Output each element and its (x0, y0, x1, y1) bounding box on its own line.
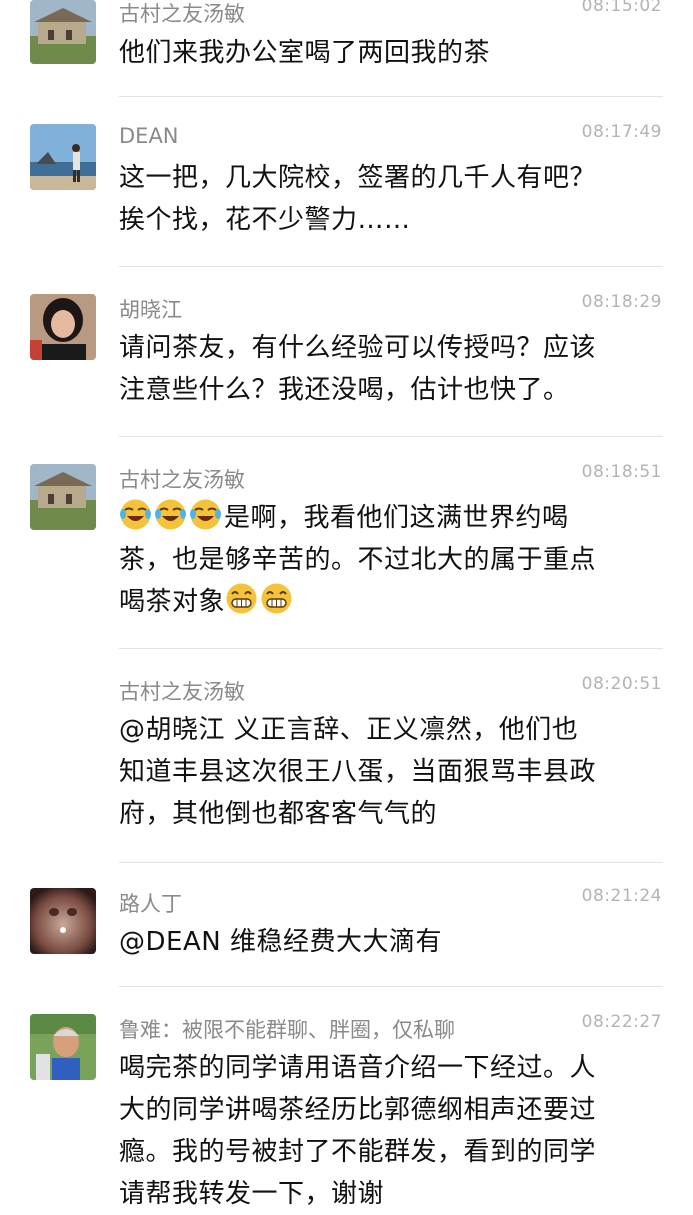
avatar-lurenting[interactable] (30, 888, 96, 954)
message-time: 08:17:49 (581, 122, 662, 142)
message-time: 08:22:27 (581, 1012, 662, 1032)
grinning-emoji (260, 582, 293, 615)
divider (119, 96, 663, 97)
divider (119, 862, 663, 863)
message-time: 08:18:51 (581, 462, 662, 482)
message-text: 他们来我办公室喝了两回我的茶 (119, 38, 491, 68)
message-text: 这一把，几大院校，签署的几千人有吧？ 挨个找，花不少警力…… (119, 163, 597, 235)
avatar-lunan[interactable] (30, 1014, 96, 1080)
message-text: 喝完茶的同学请用语音介绍一下经过。人 大的同学讲喝茶经历比郭德纲相声还要过 瘾。… (119, 1053, 597, 1209)
sender-name: 古村之友汤敏 (119, 468, 245, 492)
message-time: 08:18:29 (581, 292, 662, 312)
sender-name: 胡晓江 (119, 298, 182, 322)
avatar-dean[interactable] (30, 124, 96, 190)
divider (119, 266, 663, 267)
avatar-old-house[interactable] (30, 0, 96, 64)
crying-laughing-emoji (119, 498, 152, 531)
grinning-emoji (225, 582, 258, 615)
sender-name: DEAN (119, 124, 179, 148)
divider (119, 986, 663, 987)
divider (119, 436, 663, 437)
message-text: 是啊，我看他们这满世界约喝 茶，也是够辛苦的。不过北大的属于重点 喝茶对象 (119, 497, 667, 623)
sender-name: 古村之友汤敏 (119, 680, 245, 704)
message-time: 08:20:51 (581, 674, 662, 694)
crying-laughing-emoji (189, 498, 222, 531)
message-text: 请问茶友，有什么经验可以传授吗？应该 注意些什么？我还没喝，估计也快了。 (119, 333, 597, 405)
sender-name: 鲁难：被限不能群聊、胖圈，仅私聊 (119, 1018, 455, 1042)
message-time: 08:21:24 (581, 886, 662, 906)
sender-name: 路人丁 (119, 892, 182, 916)
avatar-hu-xiaojiang[interactable] (30, 294, 96, 360)
message-time: 08:15:02 (581, 0, 662, 16)
message-text: @DEAN 维稳经费大大滴有 (119, 927, 442, 957)
crying-laughing-emoji (154, 498, 187, 531)
divider (119, 648, 663, 649)
sender-name: 古村之友汤敏 (119, 2, 245, 26)
message-text: @胡晓江 义正言辞、正义凛然，他们也 知道丰县这次很王八蛋，当面狠骂丰县政 府，… (119, 715, 597, 829)
avatar-old-house[interactable] (30, 464, 96, 530)
